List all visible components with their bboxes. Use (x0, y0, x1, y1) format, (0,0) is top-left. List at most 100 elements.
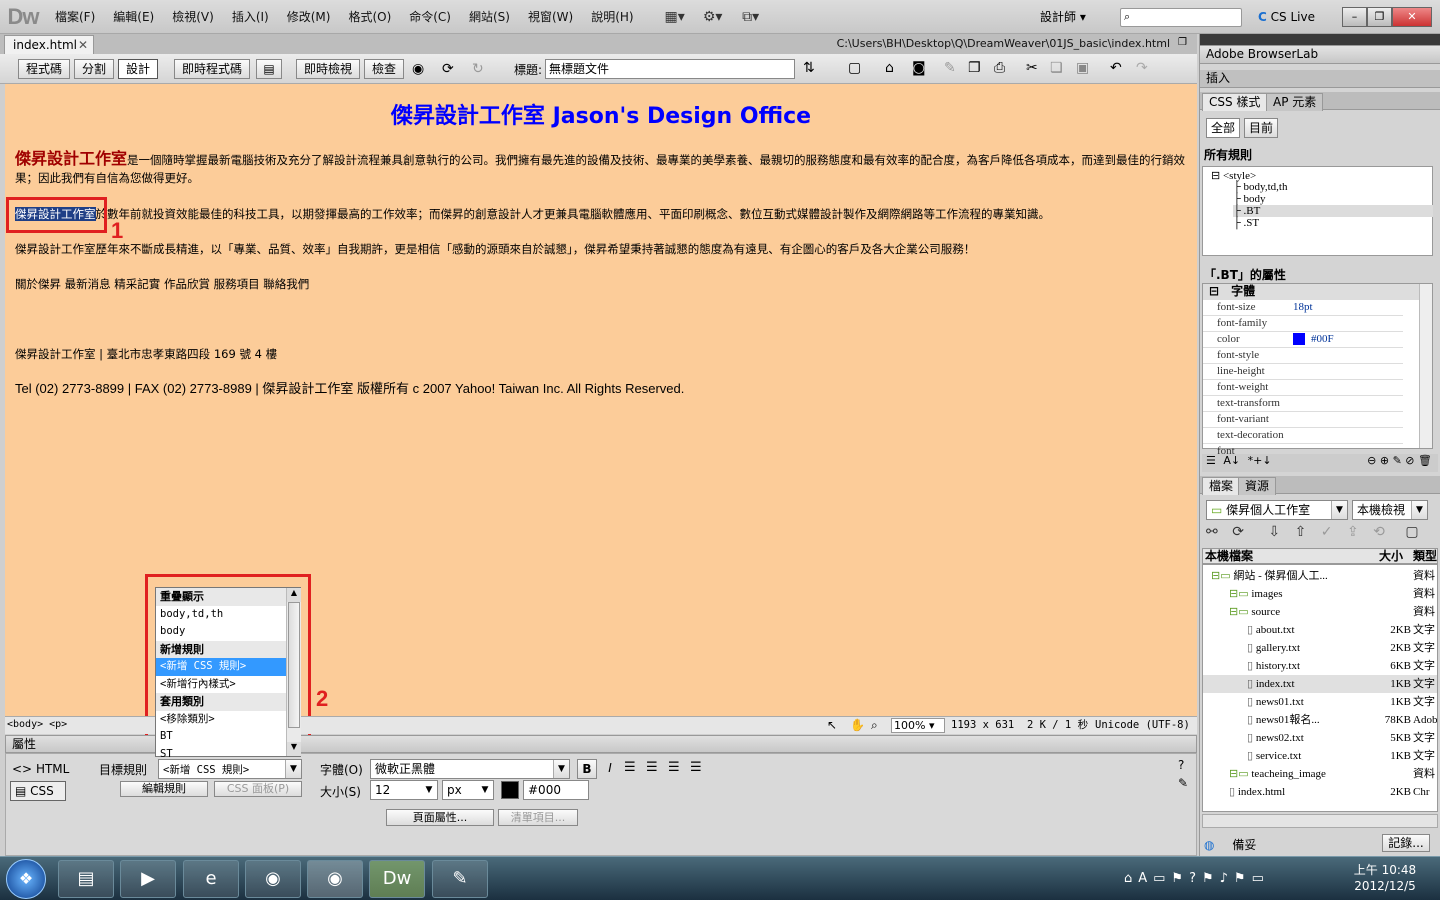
ie-icon[interactable]: e (183, 860, 239, 898)
log-button[interactable]: 記錄... (1382, 834, 1430, 852)
camera-icon[interactable]: ◙ (912, 60, 926, 76)
put-icon[interactable]: ⇧ (1295, 524, 1307, 540)
media-player-icon[interactable]: ▶ (120, 860, 176, 898)
menu-item[interactable]: 命令(C) (400, 0, 460, 34)
paragraph-3[interactable]: 傑昇設計工作室歷年來不斷成長精進，以「專業、品質、效率」自我期許，更是相信「感動… (15, 240, 1187, 258)
tab-index-html[interactable]: index.html ✕ (4, 35, 94, 54)
col-local[interactable]: 本機檔案 (1205, 549, 1253, 563)
close-button[interactable]: ✕ (1392, 7, 1432, 27)
file-row[interactable]: ▯ news01報名... 78KB Adob (1203, 711, 1437, 729)
scroll-thumb[interactable] (288, 602, 300, 728)
justify-icon[interactable]: ☰ (690, 760, 702, 775)
page-title-input[interactable]: 無標題文件 (545, 59, 795, 79)
gear-icon[interactable]: ⚙▾ (699, 9, 727, 25)
show-category-icon[interactable]: ☰ (1202, 454, 1216, 467)
nav-links[interactable]: 關於傑昇 最新消息 精采記實 作品欣賞 服務項目 聯絡我們 (15, 275, 1187, 293)
paragraph-1[interactable]: 傑昇設計工作室是一個隨時掌握最新電腦技術及充分了解設計流程兼具創意執行的公司。我… (15, 150, 1187, 187)
file-management-icon[interactable]: ⇅ (803, 60, 815, 76)
zoom-select[interactable]: 100% ▾ (891, 718, 945, 733)
undo-icon[interactable]: ↶ (1110, 60, 1122, 76)
chrome-active-icon[interactable]: ◉ (307, 860, 363, 898)
css-property-value[interactable]: 18pt (1293, 300, 1313, 315)
css-property-row[interactable]: color #00F (1203, 332, 1403, 348)
preview-browser-icon[interactable]: ◉ (412, 61, 424, 77)
workspace-switcher[interactable]: 設計師 ▾ (1040, 6, 1104, 28)
menu-item[interactable]: 編輯(E) (104, 0, 163, 34)
checkin-icon[interactable]: ⇪ (1347, 524, 1359, 540)
address-line[interactable]: 傑昇設計工作室 | 臺北市忠孝東路四段 169 號 4 樓 (15, 345, 1187, 363)
css-property-row[interactable]: font-size 18pt (1203, 300, 1403, 316)
dreamweaver-taskbar-icon[interactable]: Dw (369, 860, 425, 898)
clipboard-icon[interactable]: ▣ (1076, 60, 1089, 76)
show-set-icon[interactable]: *+↓ (1244, 454, 1272, 467)
inspect-button[interactable]: 檢查 (364, 59, 404, 79)
expand-icon[interactable]: ▢ (1405, 524, 1418, 540)
cs-live-button[interactable]: C CS Live (1258, 8, 1315, 27)
menu-item[interactable]: 網站(S) (460, 0, 519, 34)
css-rule-item[interactable]: ├ body,td,th (1233, 181, 1287, 193)
help-search-input[interactable]: ⌕ (1120, 8, 1242, 27)
italic-button[interactable]: I (601, 759, 619, 779)
collapse-icon[interactable]: ⊟ (1211, 170, 1223, 182)
paste-icon[interactable]: ❏ (1050, 60, 1063, 76)
site-icon[interactable]: ⧉▾ (737, 9, 765, 25)
home-icon[interactable]: ⌂ (885, 60, 894, 76)
view-select[interactable]: 本機檢視 ▼ (1352, 500, 1428, 520)
browserlab-panel[interactable]: Adobe BrowserLab (1200, 46, 1440, 64)
hand-tool-icon[interactable]: ✋ (850, 717, 865, 733)
redo-icon[interactable]: ↷ (1136, 60, 1148, 76)
col-size[interactable]: 大小 (1379, 549, 1403, 563)
page-properties-button[interactable]: 頁面屬性... (386, 809, 494, 826)
file-row[interactable]: ⊟▭ teacheing_image 資料 (1203, 765, 1437, 783)
col-type[interactable]: 類型 (1413, 549, 1437, 563)
sort-az-icon[interactable]: A↓ (1219, 454, 1240, 467)
menu-item[interactable]: 視窗(W) (519, 0, 582, 34)
menu-item[interactable]: 格式(O) (339, 0, 400, 34)
restore-doc-icon[interactable]: ❐ (1178, 37, 1187, 48)
css-properties-table[interactable]: ⊟ 字體 font-size 18pt font-family color #00F fon… (1202, 283, 1433, 460)
split-view-button[interactable]: 分割 (74, 59, 114, 79)
edit-icon[interactable]: ✎ (944, 60, 956, 76)
layout-icon[interactable]: ▦▾ (661, 9, 689, 25)
browser-compat-icon[interactable]: ▤ (256, 59, 282, 79)
restore-button[interactable]: ❐ (1367, 7, 1392, 27)
cut-icon[interactable]: ✂ (1026, 60, 1038, 76)
sync-icon[interactable]: ⟲ (1373, 524, 1385, 540)
css-rule-item[interactable]: ├ body (1233, 193, 1266, 205)
scroll-down-icon[interactable]: ▼ (287, 742, 301, 756)
dropdown-option[interactable]: <新增 CSS 規則> (156, 658, 286, 676)
explorer-icon[interactable]: ▤ (58, 860, 114, 898)
close-tab-icon[interactable]: ✕ (78, 36, 88, 54)
props-scrollbar[interactable] (1419, 284, 1432, 448)
tab-ap-elements[interactable]: AP 元素 (1266, 93, 1324, 111)
files-hscroll[interactable] (1202, 814, 1438, 828)
select-tool-icon[interactable]: ↖ (827, 717, 837, 733)
refresh-design-icon[interactable]: ⟳ (442, 61, 454, 77)
design-view-button[interactable]: 設計 (118, 59, 158, 79)
html-mode-button[interactable]: <> HTML (12, 762, 69, 776)
align-left-icon[interactable]: ☰ (624, 760, 636, 775)
file-row[interactable]: ▯ news01.txt 1KB 文字 (1203, 693, 1437, 711)
file-row[interactable]: ⊟▭ source 資料 (1203, 603, 1437, 621)
color-input[interactable]: #000 (523, 780, 589, 800)
refresh-icon[interactable]: ↻ (472, 61, 484, 77)
tag-selector[interactable]: <body> <p> (7, 717, 67, 733)
paint-icon[interactable]: ✎ (432, 860, 488, 898)
tab-assets[interactable]: 資源 (1238, 477, 1277, 495)
rules-tree[interactable]: ⊟ <style> ├ body,td,th ├ body ├ .BT ├ .ST (1202, 166, 1433, 256)
copy-icon[interactable]: ❐ (968, 60, 981, 76)
align-center-icon[interactable]: ☰ (646, 760, 658, 775)
css-property-value[interactable]: #00F (1293, 332, 1334, 347)
css-property-row[interactable]: font-variant (1203, 412, 1403, 428)
get-icon[interactable]: ⇩ (1268, 524, 1280, 540)
dropdown-option[interactable]: BT (156, 728, 286, 746)
site-select[interactable]: ▭ 傑昇個人工作室 ▼ (1206, 500, 1348, 520)
unit-select[interactable]: px ▼ (442, 780, 494, 800)
connect-icon[interactable]: ⚯ (1206, 524, 1218, 540)
window-size[interactable]: 1193 x 631 (951, 717, 1014, 733)
menu-item[interactable]: 檔案(F) (46, 0, 104, 34)
file-row[interactable]: ⊟▭ images 資料 (1203, 585, 1437, 603)
file-row[interactable]: ▯ index.txt 1KB 文字 (1203, 675, 1437, 693)
align-right-icon[interactable]: ☰ (668, 760, 680, 775)
dropdown-option[interactable]: body (156, 623, 286, 641)
